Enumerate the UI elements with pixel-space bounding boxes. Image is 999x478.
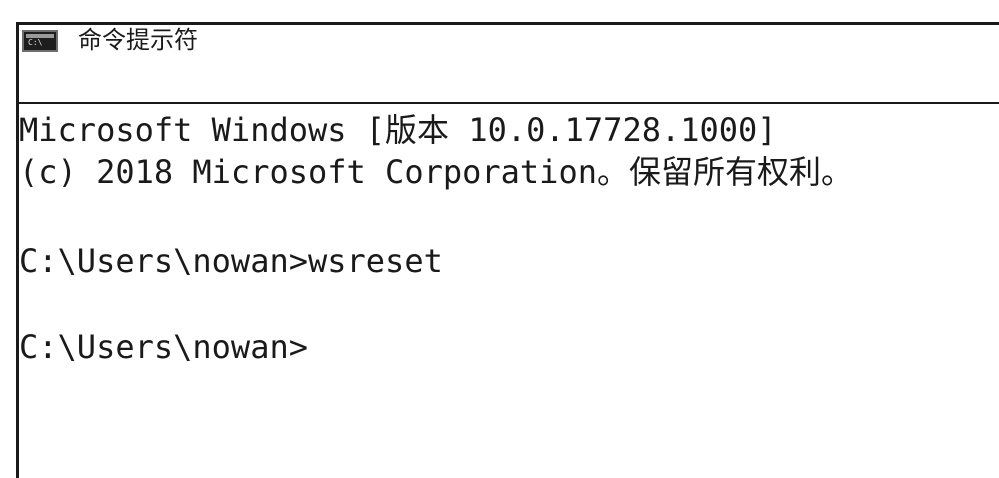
command-prompt-icon[interactable]: C:\	[22, 30, 58, 52]
console-line-command: C:\Users\nowan>wsreset	[19, 242, 443, 280]
command-prompt-icon-glyph: C:\	[28, 38, 43, 47]
console-line-prompt[interactable]: C:\Users\nowan>	[19, 327, 308, 367]
console-line-copyright: (c) 2018 Microsoft Corporation。保留所有权利。	[19, 153, 853, 191]
window-title: 命令提示符	[78, 26, 198, 54]
command-prompt-window: C:\ 命令提示符 Microsoft Windows [版本 10.0.177…	[0, 0, 999, 478]
console-line-version: Microsoft Windows [版本 10.0.17728.1000]	[19, 111, 777, 149]
window-top-edge	[0, 0, 999, 22]
console-output-area[interactable]: Microsoft Windows [版本 10.0.17728.1000] (…	[19, 104, 999, 478]
